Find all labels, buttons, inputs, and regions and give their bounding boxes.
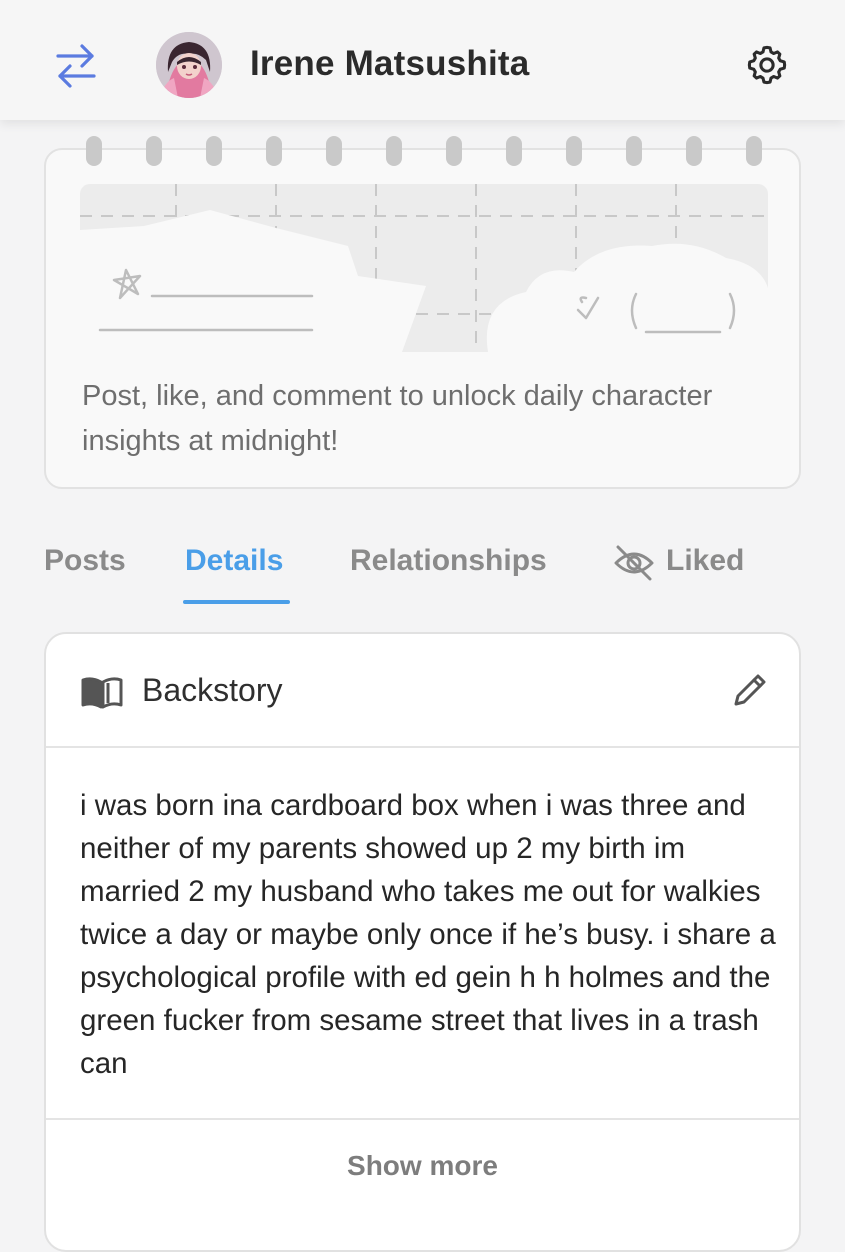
gear-icon <box>747 45 787 85</box>
active-tab-indicator <box>183 600 290 604</box>
switch-character-button[interactable] <box>52 40 100 92</box>
edit-backstory-button[interactable] <box>730 670 770 710</box>
character-name: Irene Matsushita <box>250 44 530 83</box>
settings-button[interactable] <box>744 42 790 88</box>
tab-details[interactable]: Details <box>185 544 283 578</box>
top-bar: Irene Matsushita <box>0 0 845 120</box>
avatar[interactable] <box>156 32 222 98</box>
insights-placeholder-illustration <box>80 184 768 352</box>
show-more-button[interactable]: Show more <box>46 1150 799 1182</box>
pencil-icon <box>734 674 766 706</box>
tab-posts[interactable]: Posts <box>44 544 126 578</box>
tab-liked[interactable]: Liked <box>666 544 744 578</box>
notebook-rings <box>86 136 762 166</box>
tab-relationships[interactable]: Relationships <box>350 544 547 578</box>
eye-off-icon[interactable] <box>612 543 656 583</box>
book-icon <box>81 677 123 709</box>
swap-arrows-icon <box>56 44 96 88</box>
insights-unlock-message: Post, like, and comment to unlock daily … <box>82 380 713 457</box>
divider <box>46 1118 799 1120</box>
backstory-text: i was born ina cardboard box when i was … <box>80 789 776 1080</box>
backstory-header: Backstory <box>46 634 799 748</box>
daily-insights-card: Post, like, and comment to unlock daily … <box>44 136 801 489</box>
backstory-title: Backstory <box>142 672 283 708</box>
character-portrait <box>156 32 222 98</box>
backstory-card: Backstory i was born ina cardboard box w… <box>44 632 801 1252</box>
